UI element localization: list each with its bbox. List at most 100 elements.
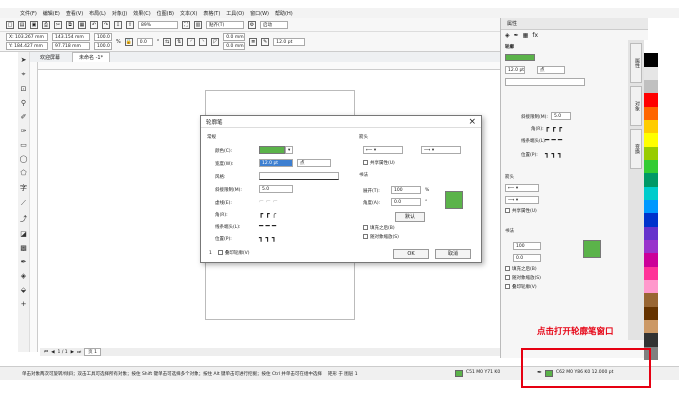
ellipse-tool-icon[interactable]: ◯ bbox=[20, 155, 28, 163]
paste-icon[interactable]: ▦ bbox=[78, 20, 86, 29]
connector-tool-icon[interactable]: ⤴ bbox=[20, 214, 27, 224]
behind-fill-checkbox[interactable]: 填充之后(B) bbox=[363, 225, 395, 231]
height-field[interactable]: 97.718 mm bbox=[52, 42, 90, 50]
angle-input[interactable]: 0.0 bbox=[391, 198, 421, 206]
print-icon[interactable]: ⎙ bbox=[42, 20, 50, 29]
menu-window[interactable]: 窗口(W) bbox=[250, 10, 269, 17]
docker-overprint[interactable]: 叠印轮廓(V) bbox=[505, 284, 537, 290]
nudge-field-1[interactable]: 0.0 mm bbox=[223, 33, 246, 41]
menu-table[interactable]: 表格(T) bbox=[203, 10, 220, 17]
redo-icon[interactable]: ↷ bbox=[102, 20, 110, 29]
overprint-checkbox[interactable]: 叠印轮廓(V) bbox=[217, 250, 249, 256]
menu-edit[interactable]: 编辑(E) bbox=[43, 10, 60, 17]
width-field[interactable]: 143.154 mm bbox=[52, 33, 90, 41]
zoom-select[interactable]: 89% bbox=[138, 20, 178, 29]
character-tab-icon[interactable]: fx bbox=[532, 32, 538, 39]
scale-y-field[interactable]: 100.0 bbox=[94, 42, 112, 50]
menu-tools[interactable]: 工具(O) bbox=[226, 10, 244, 17]
parallel-dimension-icon[interactable]: ⟋ bbox=[21, 199, 26, 208]
docker-scale-image[interactable]: 随对象缩放(S) bbox=[505, 275, 541, 281]
shadow-tool-icon[interactable]: ◪ bbox=[20, 230, 27, 238]
y-position-field[interactable]: Y: 184.427 mm bbox=[6, 42, 48, 50]
horizontal-ruler[interactable] bbox=[30, 62, 500, 70]
gear-icon[interactable]: ⚙ bbox=[248, 20, 256, 29]
fill-color-swatch[interactable] bbox=[455, 370, 463, 377]
tab-welcome[interactable]: 欢迎屏幕 bbox=[34, 53, 66, 62]
docker-width-input[interactable]: 12.0 pt bbox=[505, 66, 525, 74]
export-icon[interactable]: ⇧ bbox=[126, 20, 134, 29]
docker-miter-input[interactable]: 5.0 bbox=[551, 112, 571, 120]
add-tool-icon[interactable]: + bbox=[21, 300, 27, 308]
mirror-h-icon[interactable]: ⇆ bbox=[163, 37, 172, 46]
transparency-tool-icon[interactable]: ▩ bbox=[20, 244, 27, 252]
docker-nib-preview[interactable] bbox=[583, 240, 601, 258]
eyedropper-tool-icon[interactable]: ✒ bbox=[21, 258, 27, 266]
artistic-media-icon[interactable]: ✑ bbox=[21, 127, 27, 135]
copy-icon[interactable]: ⧉ bbox=[66, 20, 74, 29]
docker-end-arrow[interactable]: ⟶ ▾ bbox=[505, 196, 539, 204]
width-input[interactable]: 12.0 pt bbox=[259, 159, 293, 167]
pick-tool-icon[interactable]: ➤ bbox=[21, 56, 27, 64]
default-button[interactable]: 默认 bbox=[395, 212, 425, 222]
docker-linecap-options[interactable]: ━ ━ ━ bbox=[545, 136, 562, 144]
share-attr-checkbox[interactable]: 共享属性(U) bbox=[363, 160, 395, 166]
miter-limit-input[interactable]: 5.0 bbox=[259, 185, 293, 193]
cancel-button[interactable]: 取消 bbox=[435, 249, 471, 259]
x-position-field[interactable]: X: 103.267 mm bbox=[6, 33, 48, 41]
next-page-icon[interactable]: ▶ bbox=[71, 350, 74, 355]
first-page-icon[interactable]: ⏮ bbox=[44, 349, 48, 355]
launch-dropdown[interactable]: 启动 bbox=[260, 20, 288, 29]
outline-pen-icon[interactable]: ✎ bbox=[261, 37, 270, 46]
import-icon[interactable]: ⇩ bbox=[114, 20, 122, 29]
tab-document[interactable]: 未命名 -1* bbox=[72, 52, 111, 62]
zoom-tool-icon[interactable]: ⚲ bbox=[21, 99, 26, 107]
snap-to-dropdown[interactable]: 贴齐(T) bbox=[206, 20, 244, 29]
last-page-icon[interactable]: ⏭ bbox=[77, 349, 81, 355]
docker-start-arrow[interactable]: ⟵ ▾ bbox=[505, 184, 539, 192]
transparency-tab-icon[interactable]: ▦ bbox=[523, 32, 529, 39]
cut-icon[interactable]: ✂ bbox=[54, 20, 62, 29]
rulers-icon[interactable]: ▥ bbox=[194, 20, 202, 29]
scale-with-image-checkbox[interactable]: 随对象缩放(S) bbox=[363, 234, 399, 240]
menu-effects[interactable]: 效果(C) bbox=[133, 10, 150, 17]
linecap-options[interactable]: ━ ━ ━ bbox=[259, 222, 276, 230]
text-tool-icon[interactable]: 字 bbox=[20, 183, 27, 193]
vertical-ruler[interactable] bbox=[30, 62, 38, 352]
nudge-field-2[interactable]: 0.0 mm bbox=[223, 42, 246, 50]
docker-stretch-input[interactable]: 100 bbox=[513, 242, 541, 250]
polygon-tool-icon[interactable]: ⬠ bbox=[20, 169, 26, 177]
docker-share-attr[interactable]: 共享属性(U) bbox=[505, 208, 537, 214]
new-icon[interactable]: □ bbox=[6, 20, 14, 29]
mirror-v-icon[interactable]: ⇅ bbox=[175, 37, 184, 46]
rectangle-tool-icon[interactable]: ▭ bbox=[20, 141, 27, 149]
vtab-objects[interactable]: 对象 bbox=[630, 86, 642, 126]
lock-ratio-icon[interactable]: 🔒 bbox=[124, 37, 133, 46]
stretch-input[interactable]: 100 bbox=[391, 186, 421, 194]
outline-tab-icon[interactable]: ✒ bbox=[514, 32, 519, 39]
docker-behind-fill[interactable]: 填充之后(B) bbox=[505, 266, 537, 272]
outline-width-select[interactable]: 12.0 pt bbox=[273, 37, 306, 46]
interactive-fill-icon[interactable]: ◈ bbox=[21, 272, 26, 280]
page-tab[interactable]: 页 1 bbox=[84, 348, 101, 356]
save-icon[interactable]: ▣ bbox=[30, 20, 38, 29]
start-arrow-select[interactable]: ⟵ ▾ bbox=[363, 146, 403, 154]
nib-preview[interactable] bbox=[445, 191, 463, 209]
color-palette[interactable] bbox=[644, 40, 658, 360]
docker-position-options[interactable]: ┓ ┓ ┓ bbox=[545, 150, 562, 158]
smart-fill-icon[interactable]: ⬙ bbox=[21, 286, 26, 294]
rotation-field[interactable]: 0.0 bbox=[136, 37, 153, 46]
docker-corner-options[interactable]: ┏ ┏ ┏ bbox=[545, 124, 562, 132]
docker-angle-input[interactable]: 0.0 bbox=[513, 254, 541, 262]
position-options[interactable]: ┓ ┓ ┓ bbox=[259, 234, 276, 242]
corner-chamfer-icon[interactable]: ◸ bbox=[211, 37, 220, 46]
end-arrow-select[interactable]: ⟶ ▾ bbox=[421, 146, 461, 154]
scale-x-field[interactable]: 100.0 bbox=[94, 33, 112, 41]
color-dropdown-arrow[interactable]: ▾ bbox=[285, 146, 293, 154]
menu-object[interactable]: 对象(J) bbox=[112, 10, 127, 17]
menu-layout[interactable]: 布局(L) bbox=[89, 10, 106, 17]
wrap-text-icon[interactable]: ≣ bbox=[249, 37, 258, 46]
dash-options[interactable]: ⌐ ⌐ ⌐ bbox=[259, 198, 278, 205]
ok-button[interactable]: OK bbox=[393, 249, 429, 259]
corner-round-icon[interactable]: ◜ bbox=[187, 37, 196, 46]
crop-tool-icon[interactable]: ⊡ bbox=[21, 85, 27, 93]
